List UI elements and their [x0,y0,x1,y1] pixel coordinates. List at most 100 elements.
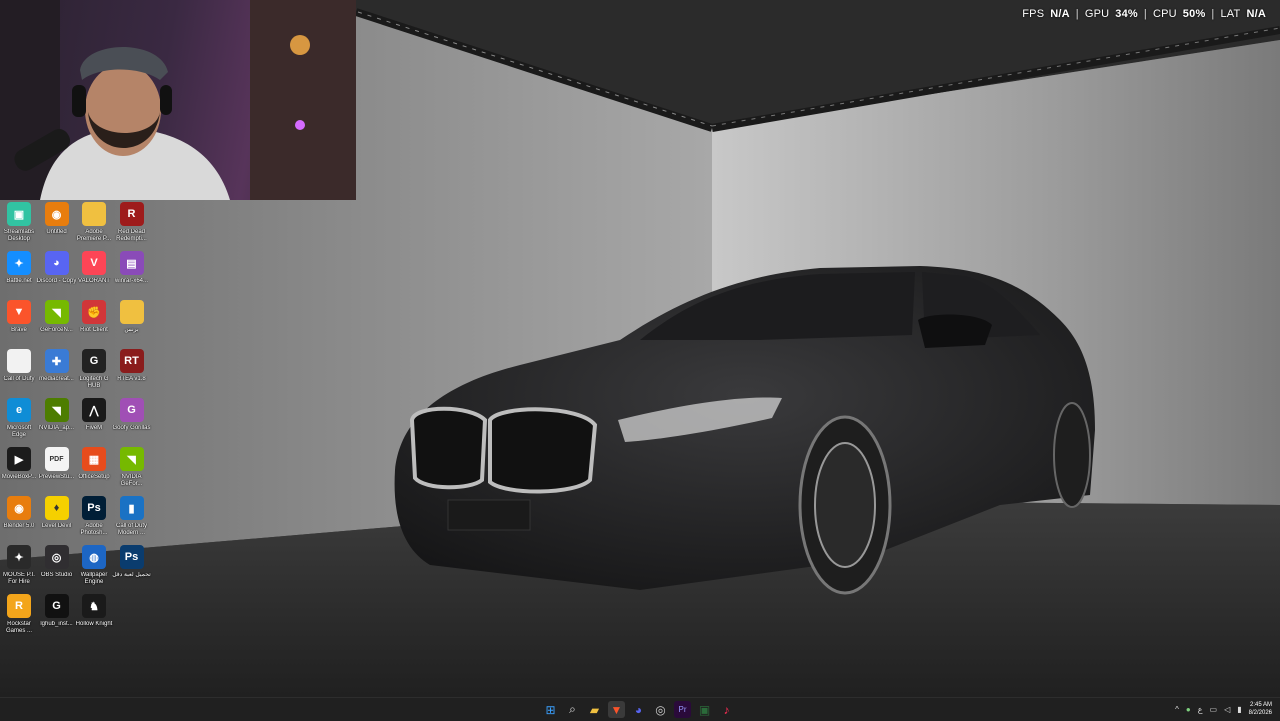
microphone-icon[interactable]: ● [1186,705,1191,714]
desktop-icon[interactable]: ▤ winrar-x64... [113,249,151,298]
desktop-icon[interactable]: ▶ MovieBoxP... [0,445,38,494]
desktop-icon[interactable]: Ps Adobe Photosh... [75,494,113,543]
desktop-icon[interactable]: ▦ OfficeSetup [75,445,113,494]
fps-label: FPS [1022,8,1045,20]
terminal-icon[interactable]: ▣ [696,701,713,718]
desktop-icon[interactable]: ♞ Hollow Knight [75,592,113,641]
desktop-icon[interactable]: ◎ OBS Studio [38,543,76,592]
nvidia-icon: ◥ [119,447,144,471]
cpu-label: CPU [1152,8,1177,20]
premiere-icon[interactable]: Pr [674,701,691,718]
desktop-icon-label: Logitech G HUB [79,376,109,389]
desktop-icon[interactable]: ◉ Blender 5.0 [0,494,38,543]
desktop-icon[interactable]: ▣ Streamlabs Desktop [0,200,38,249]
tiktok-icon[interactable]: ♪ [718,701,735,718]
desktop-icon-label: winrar-x64... [114,278,148,284]
desktop-icon[interactable]: ◥ NVIDIA GeFor... [113,445,151,494]
windows-start-icon[interactable]: ⊞ [542,701,559,718]
brave-icon[interactable]: ▼ [608,701,625,718]
taskbar: ⊞ ⌕ ▰ ▼ ◕ ◎ Pr ▣ ♪ ^ ● ع ▭ ◁ ▮ 2:45 AM 8/2/2026 [0,697,1280,721]
psd-file-icon: Ps [119,545,144,569]
desktop-icon[interactable]: V VALORANT [75,249,113,298]
desktop-icon[interactable]: Glghub_inst... [38,592,76,641]
desktop-icon-label: GeForceN... [40,327,73,333]
desktop-icon[interactable]: برنس [113,298,151,347]
desktop-icon-label: Call of Duty Modern ... [115,523,147,536]
rtea-icon: RT [119,349,144,373]
desktop-icon[interactable]: G Logitech G HUB [75,347,113,396]
battlenet-icon: ✦ [7,251,31,275]
desktop-icon-label: Red Dead Redempti... [116,229,147,242]
desktop-icon-label: Discord - Copy [36,278,77,284]
clock[interactable]: 2:45 AM 8/2/2026 [1249,701,1272,717]
desktop-icon-label: NVIDIA GeFor... [120,474,143,487]
gpu-value: 34 [1115,8,1128,20]
desktop-icon[interactable]: R Rockstar Games ... [0,592,38,641]
search-icon[interactable]: ⌕ [564,701,581,718]
desktop-icon[interactable]: ◉ Untitled [38,200,76,249]
desktop-icon[interactable]: ✦ Battle.net [0,249,38,298]
logitech-icon: G [82,349,106,373]
desktop-icon-label: Goofy Gorillas [112,425,151,431]
desktop-icon[interactable]: ▼ Brave [0,298,38,347]
desktop-icon[interactable]: ✚ mediacreat... [38,347,76,396]
desktop-icon-label: RTEA v1.8 [117,376,146,382]
desktop-icon[interactable]: PDF PreviewStu... [38,445,76,494]
blender-icon: ◉ [7,496,31,520]
desktop-icon[interactable]: Call of Duty [0,347,38,396]
desktop-icon[interactable]: Ps تحميل لعبة دقل [112,543,151,592]
desktop-icon[interactable]: ◕ Discord - Copy [36,249,77,298]
brave-icon: ▼ [7,300,31,324]
desktop-icon-label: Rockstar Games ... [5,621,32,634]
desktop-icon[interactable]: ◍ Wallpaper Engine [75,543,113,592]
winrar-icon: ▤ [119,251,144,275]
desktop-icon[interactable]: R Red Dead Redempti... [113,200,151,249]
webcam-feed [0,0,356,200]
clock-time: 2:45 AM [1249,702,1272,708]
chevron-up-icon[interactable]: ^ [1175,705,1179,714]
language-indicator[interactable]: ع [1198,705,1203,714]
valorant-icon: V [82,251,106,275]
photoshop-icon: Ps [82,496,106,520]
desktop-icon-label: Hollow Knight [75,621,113,627]
desktop-icon[interactable]: ♦ Level Devil [38,494,76,543]
overlay-separator: | [1143,8,1147,20]
desktop-icon[interactable]: ✊ Riot Client [75,298,113,347]
desktop-icon[interactable]: ◥ GeForceN... [38,298,76,347]
level-devil-icon: ♦ [44,496,69,520]
overlay-separator: | [1211,8,1215,20]
nvidia-installer-icon: ◥ [44,398,69,422]
performance-overlay: FPS N/A | GPU 34% | CPU 50% | LAT N/A [1022,8,1266,20]
desktop-icon-label: برنس [124,327,139,333]
desktop-icon-label: Blender 5.0 [3,523,35,529]
desktop-icon-label: MOUSE P.I. For Hire [3,572,35,585]
desktop-icon[interactable]: ⋀ FiveM [75,396,113,445]
desktop-icon[interactable]: ✦ MOUSE P.I. For Hire [0,543,38,592]
rockstar-icon: R [7,594,31,618]
desktop-icon-label: Call of Duty [3,376,35,382]
blender-file-icon: ◉ [44,202,69,226]
desktop-icon[interactable]: Adobe Premiere P... [75,200,113,249]
file-explorer-icon[interactable]: ▰ [586,701,603,718]
edge-icon: e [7,398,31,422]
gpu-percent: % [1127,8,1138,20]
moviebox-icon: ▶ [7,447,31,471]
chrome-icon[interactable]: ◎ [652,701,669,718]
system-tray: ^ ● ع ▭ ◁ ▮ 2:45 AM 8/2/2026 [1175,701,1272,717]
discord-icon[interactable]: ◕ [630,701,647,718]
desktop-icon-label: OfficeSetup [78,474,110,480]
battery-icon[interactable]: ▮ [1237,705,1241,714]
desktop-icon[interactable]: RT RTEA v1.8 [113,347,151,396]
desktop-icon[interactable]: ◥ NVIDIA_ap... [38,396,76,445]
office-icon: ▦ [82,447,106,471]
cod-modern-icon: ▮ [119,496,144,520]
rdr2-icon: R [119,202,144,226]
network-icon[interactable]: ▭ [1210,705,1218,714]
riot-icon: ✊ [82,300,106,324]
desktop-icon-label: Brave [11,327,27,333]
desktop-icon[interactable]: ▮ Call of Duty Modern ... [113,494,151,543]
desktop-icon[interactable]: e Microsoft Edge [0,396,38,445]
desktop-icon[interactable]: G Goofy Gorillas [112,396,151,445]
volume-icon[interactable]: ◁ [1224,705,1230,714]
streamer-webcam-image [0,0,356,200]
